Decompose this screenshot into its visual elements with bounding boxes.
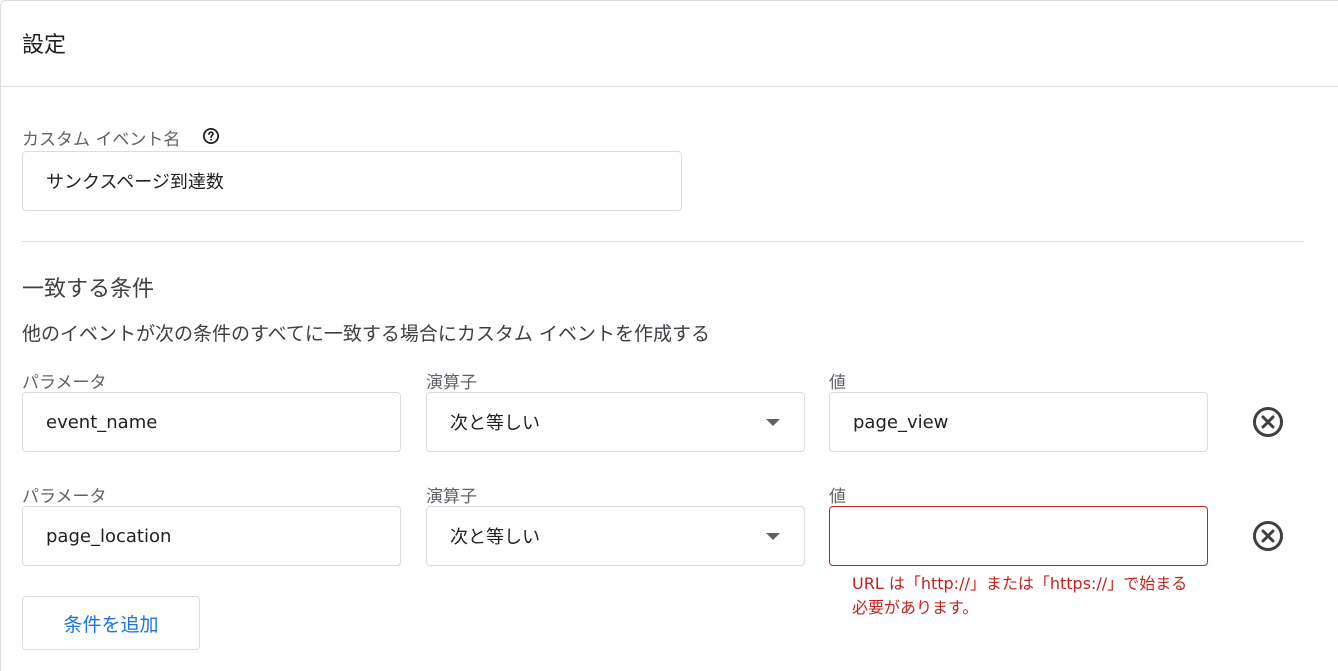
divider — [22, 241, 1304, 242]
operator-select-value: 次と等しい — [450, 527, 540, 548]
event-name-label: カスタム イベント名 — [22, 130, 181, 150]
value-input[interactable]: page_view — [829, 392, 1208, 452]
event-name-input[interactable]: サンクスページ到達数 — [22, 151, 682, 211]
value-label: 値 — [829, 373, 846, 393]
value-error-message: URL は「http://」または「https://」で始まる必要があります。 — [852, 574, 1188, 617]
settings-card: 設定 カスタム イベント名 サンクスページ到達数 一致する条件 他のイベントが次… — [0, 0, 1338, 671]
value-input[interactable] — [829, 506, 1208, 566]
add-condition-button[interactable]: 条件を追加 — [22, 596, 200, 650]
parameter-label: パラメータ — [22, 487, 107, 507]
page-title: 設定 — [22, 33, 67, 58]
card-header: 設定 — [1, 1, 1338, 87]
operator-label: 演算子 — [426, 373, 477, 393]
parameter-input[interactable]: page_location — [22, 506, 401, 566]
value-label: 値 — [829, 487, 846, 507]
remove-circle-icon[interactable] — [1251, 519, 1285, 553]
parameter-input[interactable]: event_name — [22, 392, 401, 452]
dropdown-arrow-icon — [766, 533, 780, 540]
dropdown-arrow-icon — [766, 419, 780, 426]
conditions-description: 他のイベントが次の条件のすべてに一致する場合にカスタム イベントを作成する — [22, 323, 710, 345]
remove-circle-icon[interactable] — [1251, 405, 1285, 439]
parameter-label: パラメータ — [22, 373, 107, 393]
conditions-title: 一致する条件 — [22, 277, 155, 302]
help-icon[interactable] — [202, 127, 220, 145]
operator-select[interactable]: 次と等しい — [426, 506, 805, 566]
operator-label: 演算子 — [426, 487, 477, 507]
operator-select-value: 次と等しい — [450, 413, 540, 434]
operator-select[interactable]: 次と等しい — [426, 392, 805, 452]
